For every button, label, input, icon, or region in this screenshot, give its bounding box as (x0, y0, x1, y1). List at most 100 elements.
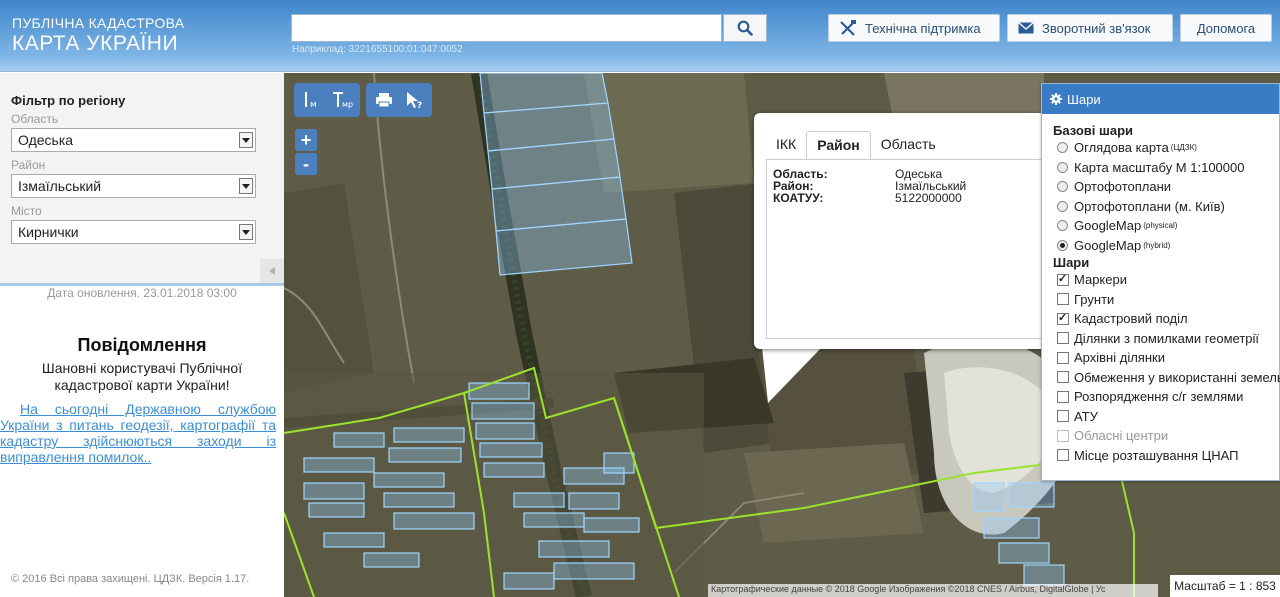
popup-tabs: ІКК Район Область (766, 131, 946, 159)
checkbox[interactable] (1057, 332, 1069, 345)
info-key: КОАТУУ: (773, 191, 824, 205)
checkbox[interactable] (1057, 371, 1069, 384)
radio-button[interactable] (1057, 200, 1068, 212)
help-button[interactable]: Допомога (1180, 14, 1272, 42)
zoom-out-button[interactable]: - (295, 153, 317, 175)
notice-link[interactable]: На сьогодні Державною службою України з … (0, 401, 276, 465)
district-select[interactable]: Ізмаїльський (11, 174, 256, 198)
chevron-down-icon (239, 132, 253, 148)
base-layer-option[interactable]: Ортофотоплани (1042, 177, 1279, 197)
svg-text:мр: мр (342, 100, 353, 109)
base-layer-option[interactable]: GoogleMap (hybrid) (1042, 236, 1279, 256)
layer-option[interactable]: Місце розташування ЦНАП (1042, 446, 1279, 466)
base-layer-label: GoogleMap (1074, 218, 1142, 234)
printer-icon (376, 93, 392, 108)
base-layer-suffix: (ЦДЗК) (1170, 143, 1197, 153)
checkbox[interactable] (1057, 311, 1069, 325)
layer-option[interactable]: Розпорядження с/г землями (1042, 387, 1279, 407)
radio-button[interactable] (1057, 239, 1068, 251)
svg-text:?: ? (417, 101, 422, 109)
info-popup: ІКК Район Область Область: Одеська Район… (754, 113, 1054, 349)
city-value: Кирнички (18, 224, 79, 240)
cursor-question-icon: ? (407, 92, 422, 109)
zoom-controls: + - (295, 129, 317, 177)
district-value: Ізмаїльський (18, 178, 102, 194)
zoom-in-button[interactable]: + (295, 129, 317, 151)
base-layer-label: Оглядова карта (1074, 140, 1169, 156)
area-icon: мр (333, 92, 353, 109)
help-label: Допомога (1196, 20, 1256, 36)
layers-list: Маркери Грунти Кадастровий поділ Ділянки з … (1042, 270, 1280, 466)
notice-title: Повідомлення (77, 335, 207, 355)
radio-button[interactable] (1057, 220, 1068, 232)
base-layers-title: Базові шари (1053, 123, 1134, 138)
map-view[interactable]: м мр ? + - ІКК Район Область Область: Од… (284, 73, 1280, 597)
tab-region[interactable]: Область (871, 131, 946, 159)
checkbox (1057, 429, 1069, 442)
tools-icon (840, 20, 856, 36)
base-layer-option[interactable]: GoogleMap (physical) (1042, 216, 1279, 236)
base-layer-option[interactable]: Оглядова карта (ЦДЗК) (1042, 138, 1279, 158)
checkbox[interactable] (1057, 449, 1069, 462)
layers-panel: Шари Базові шари Оглядова карта (ЦДЗК) Кар… (1041, 83, 1280, 481)
logo-line2: КАРТА УКРАЇНИ (12, 32, 179, 55)
layers-title: Шари (1067, 91, 1101, 107)
base-layer-label: Ортофотоплани (1074, 179, 1172, 195)
checkbox[interactable] (1057, 293, 1069, 306)
measure-distance-button[interactable]: м (297, 86, 327, 114)
layer-option[interactable]: Ділянки з помилками геометрії (1042, 329, 1279, 349)
popup-content: Область: Одеська Район: Ізмаїльський КОА… (766, 159, 1050, 339)
search-button[interactable] (723, 14, 767, 42)
checkbox[interactable] (1057, 272, 1069, 286)
layer-label: Обмеження у використанні земель (1074, 369, 1280, 385)
region-select[interactable]: Одеська (11, 128, 256, 152)
print-button[interactable] (369, 86, 399, 114)
search-hint: Наприклад: 3221655100:01:047:0052 (292, 44, 463, 55)
chevron-down-icon (239, 178, 253, 194)
measure-area-button[interactable]: мр (327, 86, 357, 114)
svg-text:м: м (310, 100, 317, 110)
layer-label: Обласні центри (1074, 428, 1169, 444)
city-select[interactable]: Кирнички (11, 220, 256, 244)
gear-icon (1050, 93, 1062, 105)
update-date: Дата оновлення. 23.01.2018 03:00 (47, 286, 237, 300)
search-input[interactable] (291, 14, 722, 42)
base-layer-option[interactable]: Карта масштабу М 1:100000 (1042, 158, 1279, 178)
checkbox[interactable] (1057, 351, 1069, 364)
tab-ikk[interactable]: ІКК (766, 131, 806, 159)
radio-button[interactable] (1057, 181, 1068, 193)
tab-district[interactable]: Район (806, 131, 871, 159)
layer-option[interactable]: Архівні ділянки (1042, 348, 1279, 368)
checkbox[interactable] (1057, 390, 1069, 403)
site-logo[interactable]: ПУБЛІЧНА КАДАСТРОВА КАРТА УКРАЇНИ (12, 16, 184, 54)
base-layer-suffix: (hybrid) (1143, 240, 1171, 250)
layer-label: Місце розташування ЦНАП (1074, 447, 1239, 463)
identify-button[interactable]: ? (399, 86, 429, 114)
base-layer-label: GoogleMap (1074, 237, 1142, 253)
layer-option[interactable]: Обмеження у використанні земель (1042, 368, 1280, 388)
base-layer-suffix: (physical) (1143, 221, 1178, 231)
base-layer-option[interactable]: Ортофотоплани (м. Київ) (1042, 197, 1279, 217)
checkbox[interactable] (1057, 410, 1069, 423)
layer-label: Маркери (1074, 272, 1127, 288)
layers-header[interactable]: Шари (1042, 84, 1279, 114)
region-filter: Фільтр по регіону Область Одеська Район … (0, 73, 284, 286)
layer-option[interactable]: Грунти (1042, 290, 1279, 310)
radio-button[interactable] (1057, 161, 1068, 173)
radio-button[interactable] (1057, 142, 1068, 154)
layers-section-title: Шари (1053, 255, 1090, 270)
layer-label: Кадастровий поділ (1074, 311, 1188, 327)
header: ПУБЛІЧНА КАДАСТРОВА КАРТА УКРАЇНИ Наприк… (0, 0, 1280, 72)
layer-option[interactable]: Маркери (1042, 270, 1279, 290)
chevron-down-icon (239, 224, 253, 240)
layer-label: Ділянки з помилками геометрії (1074, 330, 1260, 346)
support-button[interactable]: Технічна підтримка (828, 14, 1000, 42)
feedback-label: Зворотний зв'язок (1042, 20, 1151, 36)
collapse-panel-button[interactable] (260, 259, 284, 283)
map-attribution: Картографические данные © 2018 Google Из… (708, 584, 1158, 597)
feedback-button[interactable]: Зворотний зв'язок (1007, 14, 1173, 42)
info-value: 5122000000 (895, 191, 962, 205)
layer-option[interactable]: Кадастровий поділ (1042, 309, 1279, 329)
search-icon (737, 20, 753, 36)
layer-option[interactable]: АТУ (1042, 407, 1279, 427)
